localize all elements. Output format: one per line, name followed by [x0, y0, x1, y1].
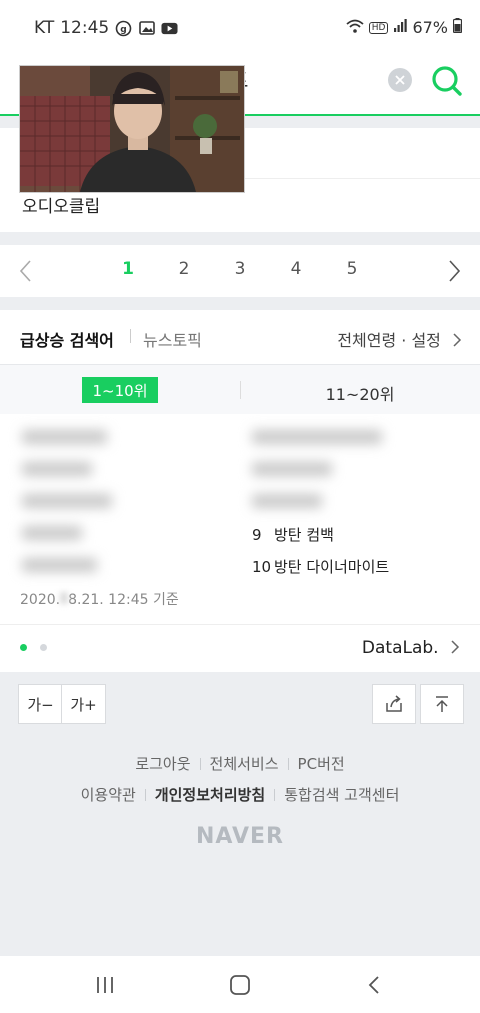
privacy-link[interactable]: 개인정보처리방침 — [155, 786, 265, 804]
gallery-icon — [138, 20, 155, 37]
section-divider — [0, 232, 480, 245]
search-icon — [432, 66, 462, 96]
list-item[interactable]: 9 방탄 컴백 — [252, 524, 334, 545]
rank-number: 9 — [252, 526, 262, 544]
datalab-label: DataLab. — [361, 638, 439, 658]
chevron-right-icon — [449, 260, 461, 282]
home-icon — [230, 975, 250, 995]
tab-rank-11-20[interactable]: 11~20위 — [300, 381, 420, 405]
back-button[interactable] — [354, 970, 394, 1000]
g-badge-icon: g — [115, 20, 132, 37]
wifi-icon — [346, 18, 364, 37]
share-button[interactable] — [372, 684, 416, 724]
tab-divider — [130, 329, 131, 343]
carousel-dot-active[interactable] — [20, 644, 27, 651]
age-settings-link[interactable]: 전체연령 · 설정 — [337, 327, 462, 351]
footer-links-row1: 로그아웃 전체서비스 PC버전 — [0, 753, 480, 774]
rank-keyword: 방탄 다이너마이트 — [274, 558, 390, 576]
page-5[interactable]: 5 — [342, 259, 362, 279]
share-icon — [386, 695, 402, 712]
rank-keyword: 방탄 컴백 — [274, 526, 334, 544]
svg-text:g: g — [120, 25, 126, 35]
battery-percent: 67% — [412, 18, 448, 37]
footer: 가− 가+ 로그아웃 전체서비스 PC버전 이용약관 개인정보처리방침 통합검색 고객센… — [0, 672, 480, 956]
list-item[interactable]: 10 방탄 다이너마이트 — [252, 556, 389, 577]
rank-range-tabs: 1~10위 11~20위 — [0, 364, 480, 416]
scroll-top-button[interactable] — [420, 684, 464, 724]
pip-video-player[interactable] — [19, 65, 245, 193]
rank-number: 10 — [252, 558, 272, 576]
close-icon — [395, 75, 405, 85]
font-decrease-button[interactable]: 가− — [18, 684, 63, 724]
rank-list: 9 방탄 컴백 10 방탄 다이너마이트 2020. 8.21. 12:45 기준 — [0, 414, 480, 624]
battery-icon — [452, 18, 463, 37]
footer-links-row2: 이용약관 개인정보처리방침 통합검색 고객센터 — [0, 784, 480, 805]
timestamp-suffix: 8.21. 12:45 기준 — [68, 592, 179, 608]
page-2[interactable]: 2 — [174, 259, 194, 279]
tab-news-topic[interactable]: 뉴스토픽 — [143, 327, 202, 351]
youtube-icon — [161, 20, 178, 37]
clock: 12:45 — [60, 18, 110, 38]
chevron-right-icon — [451, 640, 460, 654]
page-1[interactable]: 1 — [118, 259, 138, 279]
audio-clip-link[interactable]: 오디오클립 — [22, 192, 100, 217]
font-increase-button[interactable]: 가+ — [61, 684, 106, 724]
tab-rank-1-10[interactable]: 1~10위 — [82, 377, 158, 403]
timestamp-prefix: 2020. — [20, 592, 61, 608]
datalab-row: DataLab. — [0, 624, 480, 673]
signal-icon — [393, 18, 408, 37]
prev-page-button[interactable] — [14, 257, 38, 285]
next-page-button[interactable] — [442, 257, 466, 285]
chevron-left-icon — [19, 260, 31, 282]
datalab-link[interactable]: DataLab. — [362, 638, 460, 658]
search-button[interactable] — [430, 64, 464, 98]
pagination: 1 2 3 4 5 — [0, 245, 480, 297]
terms-link[interactable]: 이용약관 — [81, 786, 136, 804]
arrow-up-icon — [436, 696, 448, 712]
hd-badge: HD — [368, 21, 389, 34]
video-thumbnail — [20, 66, 244, 192]
page-3[interactable]: 3 — [230, 259, 250, 279]
trending-header: 급상승 검색어 뉴스토픽 전체연령 · 설정 — [0, 310, 480, 364]
blurred-rank-column — [252, 430, 392, 526]
recent-apps-icon — [97, 977, 113, 993]
status-bar: KT 12:45 g HD 67% — [0, 0, 480, 56]
section-divider — [0, 297, 480, 310]
home-button[interactable] — [220, 970, 260, 1000]
tab-realtime-search[interactable]: 급상승 검색어 — [20, 327, 114, 351]
blurred-rank-column — [22, 430, 122, 590]
rank-timestamp: 2020. 8.21. 12:45 기준 — [20, 589, 179, 609]
all-services-link[interactable]: 전체서비스 — [210, 755, 279, 773]
support-link[interactable]: 통합검색 고객센터 — [284, 786, 399, 804]
carrier-label: KT — [34, 18, 55, 38]
android-nav-bar — [0, 956, 480, 1013]
back-icon — [368, 976, 379, 994]
clear-search-button[interactable] — [388, 68, 412, 92]
pc-version-link[interactable]: PC버전 — [298, 755, 345, 773]
carousel-dot[interactable] — [40, 644, 47, 651]
chevron-right-icon — [453, 333, 462, 347]
naver-logo: NAVER — [196, 824, 284, 849]
page-4[interactable]: 4 — [286, 259, 306, 279]
recent-apps-button[interactable] — [85, 970, 125, 1000]
range-divider — [240, 381, 241, 399]
logout-link[interactable]: 로그아웃 — [135, 755, 190, 773]
settings-label: 전체연령 · 설정 — [337, 331, 441, 350]
